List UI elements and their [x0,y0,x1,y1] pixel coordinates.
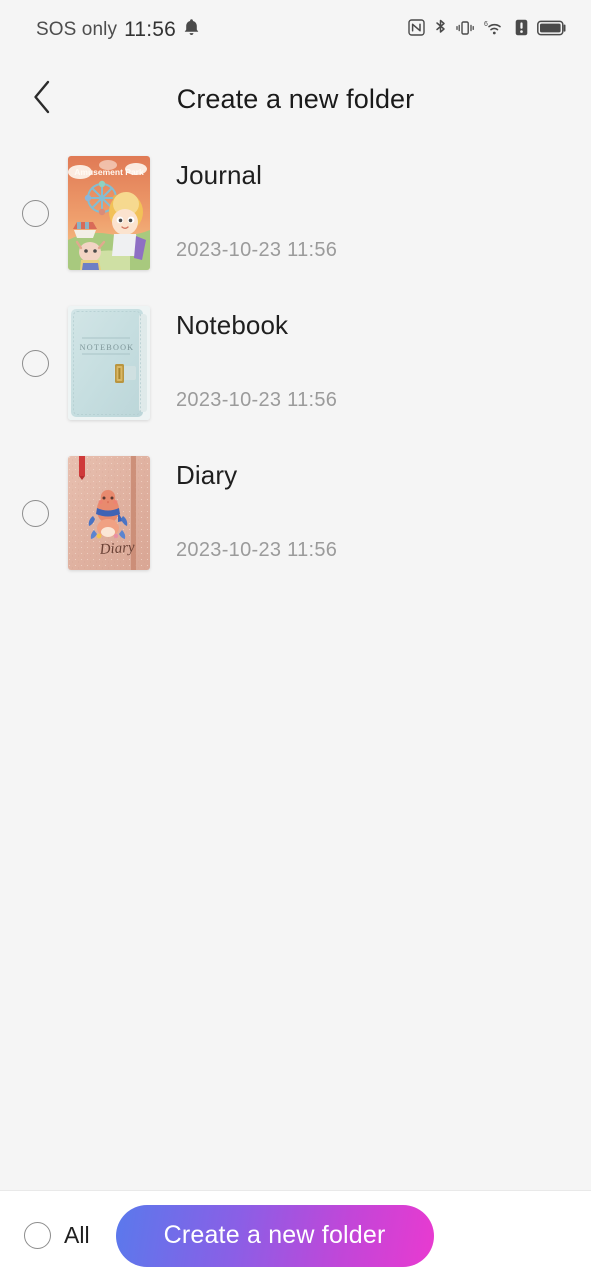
cover-thumbnail-journal[interactable]: Amusement Park [68,156,150,270]
clock-label: 11:56 [124,18,177,41]
list-item[interactable]: Diary Diary 2023-10-23 11:56 [0,438,591,588]
status-bar: SOS only 11:56 6 [0,0,591,60]
battery-icon [537,20,567,41]
item-timestamp: 2023-10-23 11:56 [176,239,338,261]
list-item[interactable]: Amusement Park Journal 2023-10-23 11:56 [0,138,591,288]
vibrate-icon [456,19,474,42]
svg-text:Diary: Diary [98,540,135,558]
select-all-control[interactable]: All [24,1222,90,1249]
item-meta: Diary 2023-10-23 11:56 [176,456,337,570]
page-title: Create a new folder [176,83,415,114]
item-timestamp: 2023-10-23 11:56 [176,539,338,561]
item-radio-journal[interactable] [22,199,49,227]
svg-text:6: 6 [484,21,488,28]
wifi-6-icon: 6 [483,19,506,42]
alert-icon [515,19,528,41]
carrier-label: SOS only [36,19,118,40]
list-item[interactable]: NOTEBOOK Notebook 2023-10-23 11:56 [0,288,591,438]
diary-cover-icon: Diary [68,456,150,570]
cover-thumbnail-diary[interactable]: Diary [68,456,150,570]
item-meta: Journal 2023-10-23 11:56 [176,156,337,270]
item-timestamp: 2023-10-23 11:56 [176,389,338,411]
chevron-left-icon [31,79,53,120]
item-name: Diary [176,460,238,490]
item-name: Journal [176,160,262,190]
cover-thumbnail-notebook[interactable]: NOTEBOOK [68,306,150,420]
status-bar-left: SOS only 11:56 [36,18,200,42]
item-radio-diary[interactable] [22,499,49,527]
nfc-icon [408,19,425,41]
select-all-label: All [64,1222,90,1248]
app-header: Create a new folder [0,60,591,138]
phone-screen: SOS only 11:56 6 Create a new folder Amu… [0,0,591,1280]
amusement-park-cover-icon: Amusement Park [68,156,150,270]
bluetooth-icon [434,18,447,42]
back-button[interactable] [14,71,70,127]
select-all-radio[interactable] [24,1222,51,1249]
svg-text:Amusement Park: Amusement Park [74,167,144,177]
status-bar-right: 6 [408,18,567,42]
svg-text:NOTEBOOK: NOTEBOOK [80,343,135,352]
item-name: Notebook [176,310,289,340]
create-new-folder-button[interactable]: Create a new folder [115,1204,434,1267]
bell-icon [183,18,200,42]
notebook-cover-icon: NOTEBOOK [68,306,150,420]
item-meta: Notebook 2023-10-23 11:56 [176,306,337,420]
bottom-action-bar: All Create a new folder [0,1190,591,1280]
folder-template-list: Amusement Park Journal 2023-10-23 11:56 … [0,138,591,1190]
item-radio-notebook[interactable] [22,349,49,377]
